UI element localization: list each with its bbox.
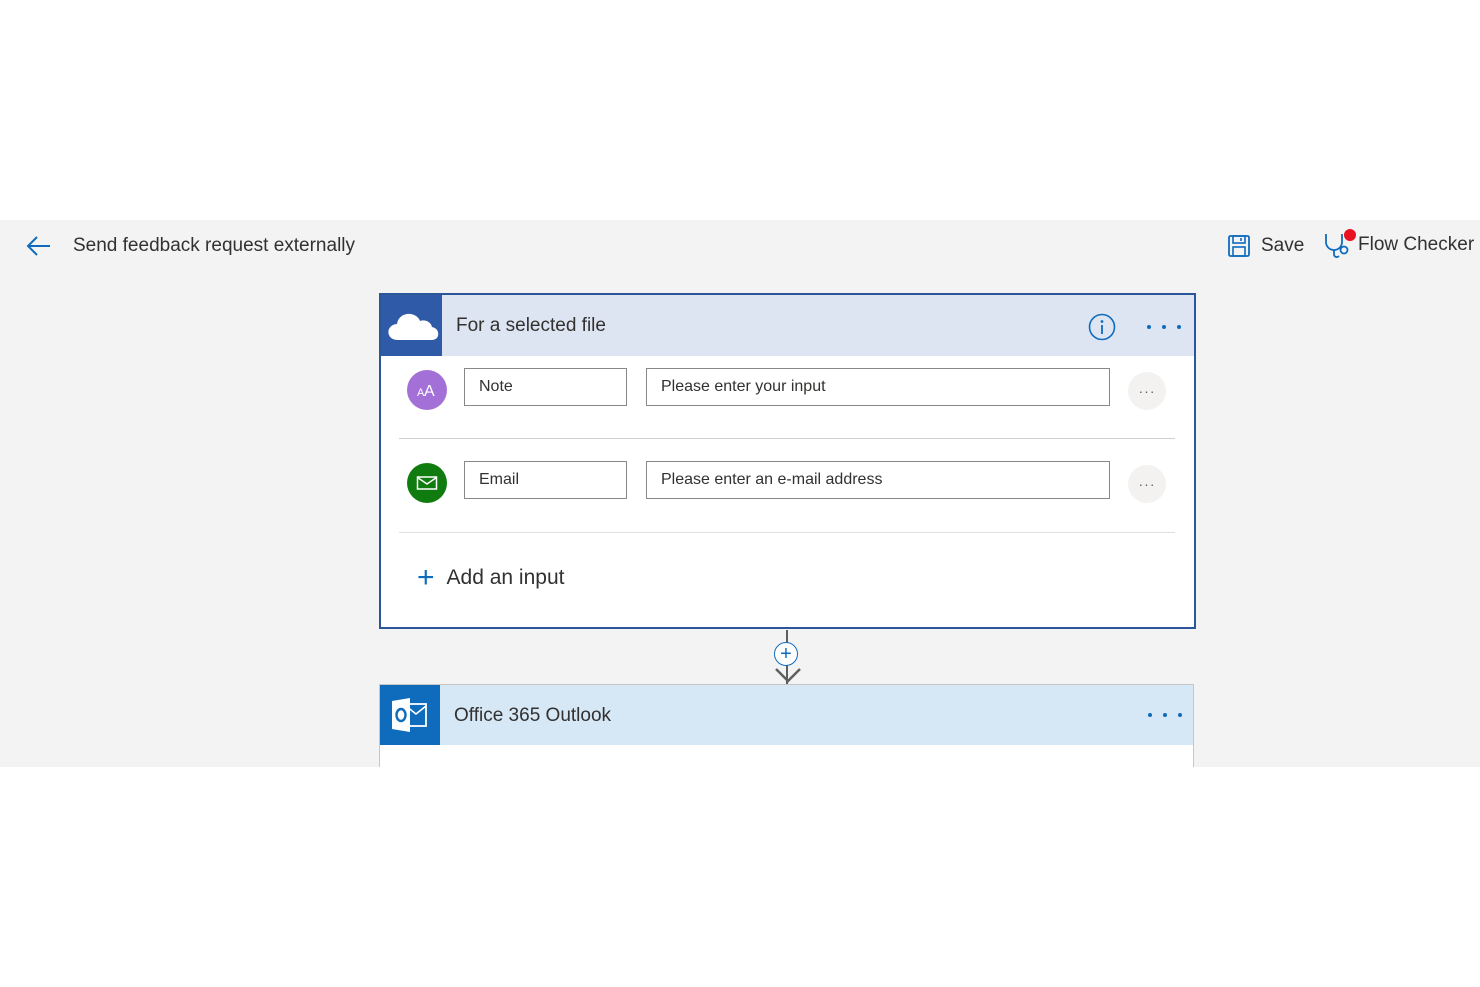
connector-icon-tile	[381, 295, 442, 356]
action-card-more-button[interactable]	[1148, 707, 1182, 723]
action-card: Office 365 Outlook	[379, 684, 1194, 767]
flow-name: Send feedback request externally	[73, 235, 356, 256]
add-input-label: Add an input	[446, 566, 565, 589]
flow-designer-canvas: Send feedback request externally Save Fl…	[0, 220, 1480, 767]
outlook-icon	[392, 698, 427, 732]
info-icon	[1088, 313, 1116, 341]
onedrive-cloud-icon	[387, 313, 438, 340]
divider	[399, 438, 1175, 439]
trigger-card-header[interactable]: For a selected file	[381, 295, 1194, 356]
save-label: Save	[1261, 235, 1305, 256]
divider	[399, 532, 1175, 533]
back-button[interactable]	[24, 232, 54, 260]
plus-icon: +	[417, 561, 435, 594]
action-card-header[interactable]: Office 365 Outlook	[380, 685, 1193, 745]
dot-icon	[1148, 713, 1152, 717]
back-arrow-icon	[26, 236, 50, 256]
dot-icon	[1177, 325, 1181, 329]
arrow-down-icon	[775, 668, 801, 683]
info-button[interactable]	[1088, 313, 1116, 341]
input-more-button[interactable]: ···	[1128, 372, 1166, 410]
trigger-card: For a selected file A A Note Please ente…	[379, 293, 1196, 629]
designer-toolbar: Send feedback request externally Save Fl…	[0, 220, 1480, 272]
save-button[interactable]: Save	[1227, 232, 1304, 260]
add-input-button[interactable]: + Add an input	[417, 563, 564, 593]
dot-icon	[1162, 325, 1166, 329]
flow-checker-button[interactable]: Flow Checker	[1322, 228, 1474, 262]
dot-icon	[1163, 713, 1167, 717]
input-more-button[interactable]: ···	[1128, 465, 1166, 503]
dot-icon	[1147, 325, 1151, 329]
dot-icon	[1178, 713, 1182, 717]
email-input-icon	[407, 463, 447, 503]
text-input-icon: A A	[407, 370, 447, 410]
flow-checker-label: Flow Checker	[1358, 234, 1475, 255]
flow-checker-icon-wrap	[1322, 229, 1356, 260]
input-placeholder-field[interactable]: Please enter your input	[646, 368, 1110, 406]
action-card-title: Office 365 Outlook	[454, 705, 612, 726]
floppy-disk-icon	[1228, 235, 1250, 257]
input-row-email: Email Please enter an e-mail address ···	[381, 461, 1194, 521]
insert-step-button[interactable]: +	[774, 642, 798, 666]
trigger-card-title: For a selected file	[456, 315, 606, 336]
connector-icon-tile	[380, 685, 440, 745]
trigger-card-more-button[interactable]	[1147, 319, 1181, 335]
input-name-field[interactable]: Note	[464, 368, 627, 406]
input-row-note: A A Note Please enter your input ···	[381, 368, 1194, 428]
svg-text:A: A	[424, 383, 435, 400]
alert-badge	[1344, 229, 1356, 241]
input-placeholder-field[interactable]: Please enter an e-mail address	[646, 461, 1110, 499]
input-name-field[interactable]: Email	[464, 461, 627, 499]
